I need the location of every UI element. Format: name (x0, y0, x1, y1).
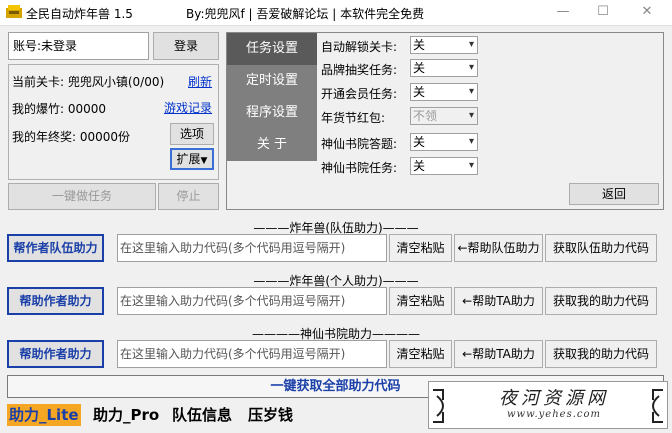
settings-panel: 任务设置 定时设置 程序设置 关 于 自动解锁关卡: 关 ▾ 品牌抽奖任务: 关 ▾… (226, 32, 664, 210)
personal-assist-code-input[interactable]: 在这里输入助力代码(多个代码用逗号隔开) (117, 287, 387, 315)
help-author-academy-button[interactable]: 帮助作者助力 (7, 340, 104, 368)
close-button[interactable]: ✕ (632, 2, 662, 22)
help-team-button[interactable]: ←帮助队伍助力 (454, 234, 543, 262)
author-info: By:兜兜风f | 吾爱破解论坛 | 本软件完全免费 (186, 7, 425, 21)
chevron-down-icon: ▾ (468, 86, 474, 97)
academy-assist-code-input[interactable]: 在这里输入助力代码(多个代码用逗号隔开) (117, 340, 387, 368)
login-button[interactable]: 登录 (153, 32, 219, 60)
options-button[interactable]: 选项 (170, 123, 214, 145)
chevron-down-icon: ▾ (468, 110, 474, 121)
clear-paste-button[interactable]: 清空粘贴 (389, 340, 452, 368)
tab-timer-settings[interactable]: 定时设置 (227, 65, 317, 97)
tab-lucky-money[interactable]: 压岁钱 (246, 404, 295, 426)
brand-lottery-select[interactable]: 关 ▾ (410, 59, 478, 77)
clear-paste-button[interactable]: 清空粘贴 (389, 287, 452, 315)
auto-unlock-select[interactable]: 关 ▾ (410, 36, 478, 54)
select-value: 关 (413, 85, 426, 99)
watermark-url: www.yehes.com (506, 409, 601, 420)
firecracker-count: 我的爆竹: 00000 (12, 102, 107, 116)
select-value: 不领 (413, 109, 438, 123)
tab-program-settings[interactable]: 程序设置 (227, 97, 317, 129)
select-value: 关 (413, 135, 426, 149)
setting-label: 自动解锁关卡: (321, 40, 398, 54)
one-key-task-button[interactable]: 一键做任务 (8, 183, 156, 210)
tab-task-settings[interactable]: 任务设置 (227, 33, 317, 65)
chevron-down-icon: ▾ (468, 62, 474, 73)
back-button[interactable]: 返回 (569, 183, 659, 205)
select-value: 关 (413, 61, 426, 75)
tab-assist-pro[interactable]: 助力_Pro (91, 404, 161, 426)
maximize-button[interactable]: ☐ (588, 2, 618, 22)
select-value: 关 (413, 38, 426, 52)
tab-assist-lite[interactable]: 助力_Lite (7, 404, 81, 426)
tab-sidebar: 任务设置 定时设置 程序设置 关 于 (227, 33, 317, 161)
title-bar: 全民自动炸年兽 1.5 By:兜兜风f | 吾爱破解论坛 | 本软件完全免费 —… (0, 0, 672, 26)
minimize-button[interactable]: — (548, 2, 578, 22)
help-ta-academy-button[interactable]: ←帮助TA助力 (454, 340, 543, 368)
refresh-link[interactable]: 刷新 (188, 73, 212, 90)
expand-label: 扩展 (176, 152, 201, 166)
tab-team-info[interactable]: 队伍信息 (170, 404, 234, 426)
watermark-title: 夜河资源网 (499, 388, 609, 409)
academy-quiz-select[interactable]: 关 ▾ (410, 133, 478, 151)
select-value: 关 (413, 159, 426, 173)
tab-about[interactable]: 关 于 (227, 129, 317, 161)
chevron-down-icon: ▼ (200, 156, 208, 166)
help-author-team-button[interactable]: 帮作者队伍助力 (7, 234, 104, 262)
account-status: 账号:未登录 (8, 32, 149, 60)
setting-label: 年货节红包: (321, 111, 386, 125)
setting-label: 开通会员任务: (321, 87, 398, 101)
chevron-down-icon: ▾ (468, 39, 474, 50)
get-team-code-button[interactable]: 获取队伍助力代码 (545, 234, 657, 262)
setting-label: 品牌抽奖任务: (321, 63, 398, 77)
chevron-down-icon: ▾ (468, 136, 474, 147)
setting-label: 神仙书院答题: (321, 137, 398, 151)
team-assist-code-input[interactable]: 在这里输入助力代码(多个代码用逗号隔开) (117, 234, 387, 262)
help-ta-button[interactable]: ←帮助TA助力 (454, 287, 543, 315)
chevron-down-icon: ▾ (468, 160, 474, 171)
window-title: 全民自动炸年兽 1.5 (26, 7, 133, 21)
new-year-red-packet-select[interactable]: 不领 ▾ (410, 107, 478, 125)
membership-task-select[interactable]: 关 ▾ (410, 83, 478, 101)
stop-button[interactable]: 停止 (158, 183, 219, 210)
get-my-code-button[interactable]: 获取我的助力代码 (545, 287, 657, 315)
expand-button[interactable]: 扩展▼ (170, 148, 214, 170)
current-level: 当前关卡: 兜兜风小镇(0/00) (12, 75, 165, 89)
setting-label: 神仙书院任务: (321, 161, 398, 175)
app-icon (6, 5, 22, 18)
year-end-bonus: 我的年终奖: 00000份 (12, 130, 131, 144)
game-records-link[interactable]: 游戏记录 (164, 99, 212, 116)
get-my-academy-code-button[interactable]: 获取我的助力代码 (545, 340, 657, 368)
watermark-logo: 夜河资源网 www.yehes.com (428, 381, 668, 429)
ornament-icon (433, 389, 444, 423)
academy-task-select[interactable]: 关 ▾ (410, 157, 478, 175)
help-author-button[interactable]: 帮助作者助力 (7, 287, 104, 315)
clear-paste-button[interactable]: 清空粘贴 (389, 234, 452, 262)
